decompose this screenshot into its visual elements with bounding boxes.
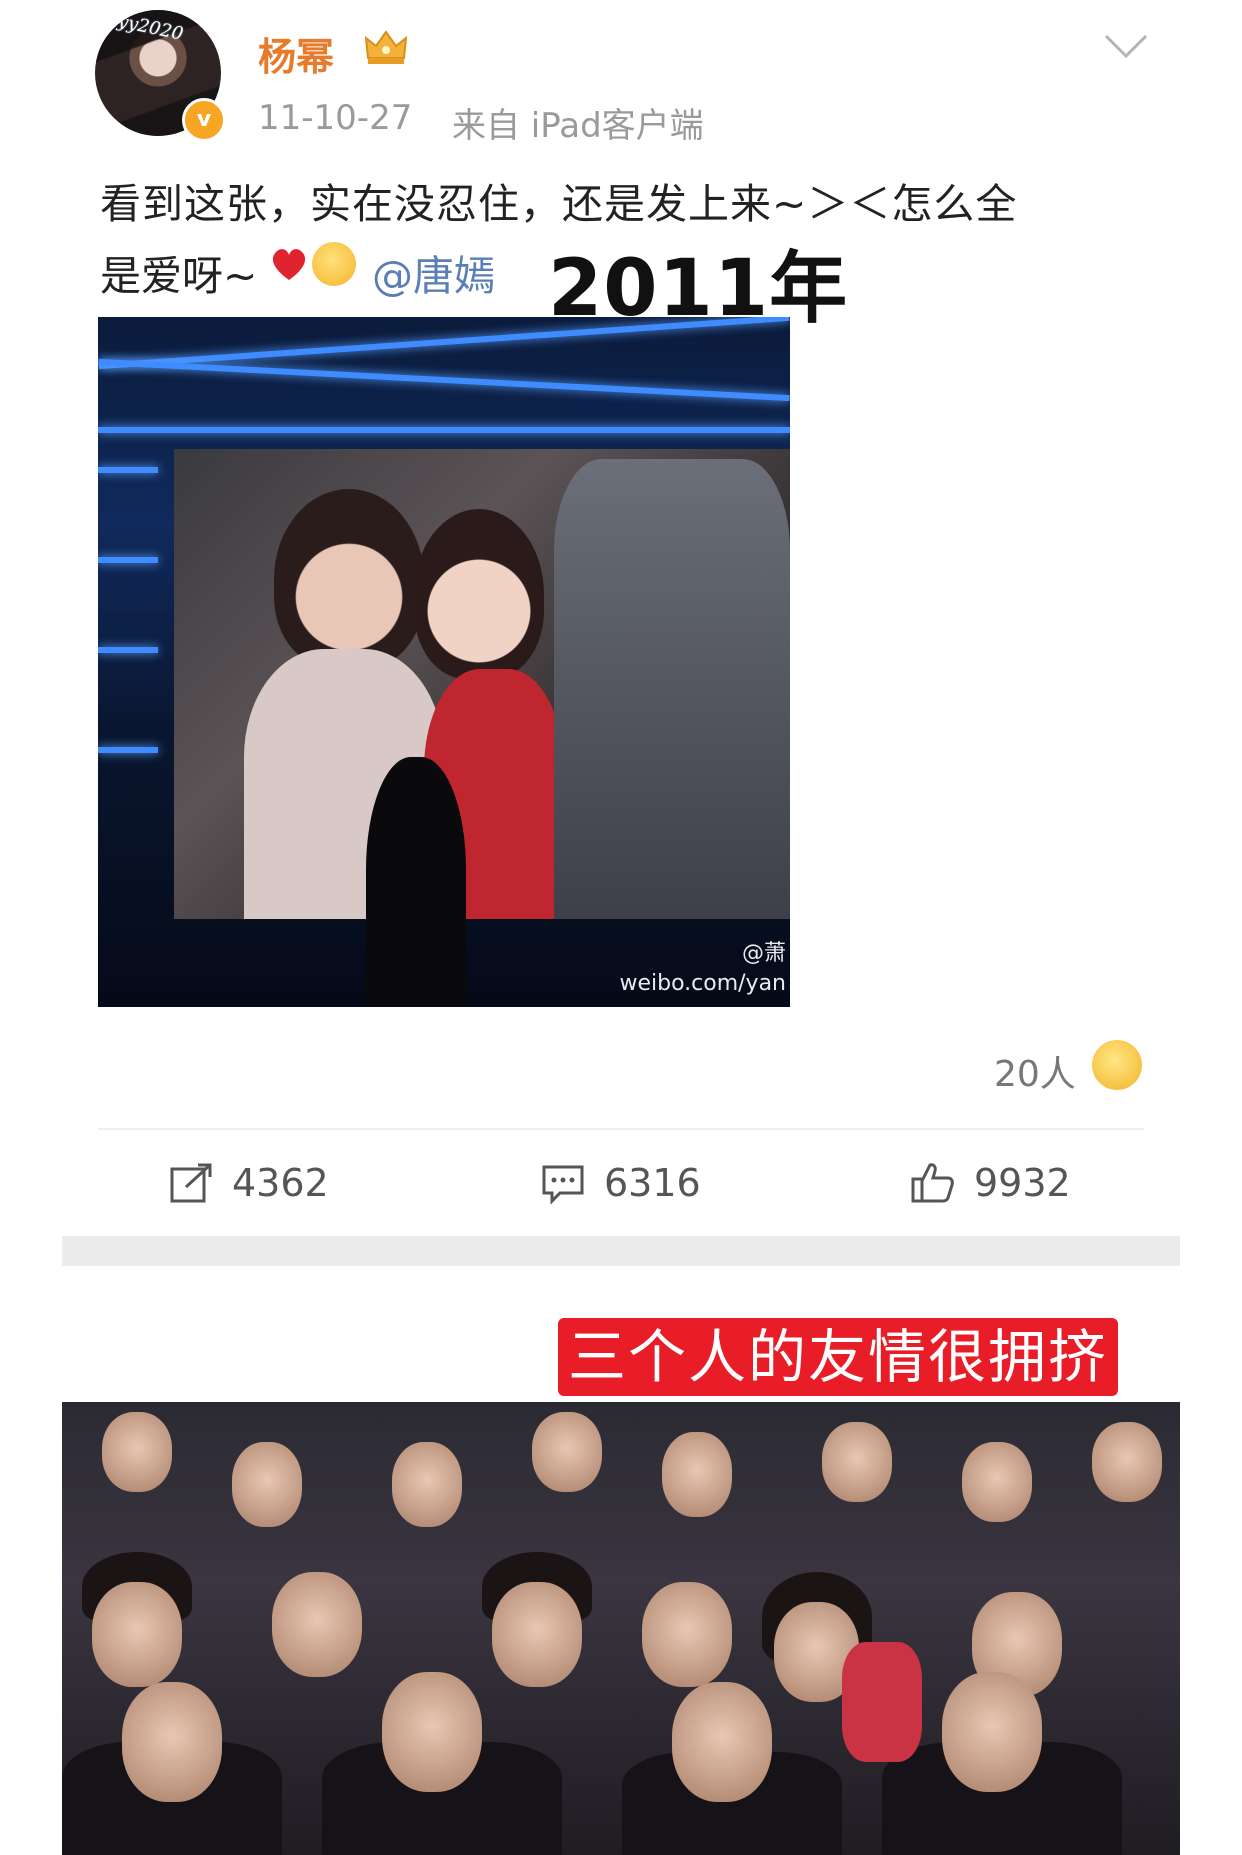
laugh-emoji-icon[interactable] bbox=[1092, 1040, 1142, 1090]
photo-watermark: @萧 weibo.com/yan bbox=[619, 941, 786, 996]
kiss-emoji-icon bbox=[312, 242, 356, 286]
divider bbox=[98, 1128, 1144, 1130]
heart-icon bbox=[272, 249, 306, 280]
friendship-caption: 三个人的友情很拥挤 bbox=[558, 1318, 1119, 1396]
like-button[interactable]: 9932 bbox=[910, 1158, 1071, 1208]
chevron-down-icon[interactable] bbox=[1102, 28, 1150, 64]
post-source: 来自 iPad客户端 bbox=[452, 106, 704, 146]
comment-count: 6316 bbox=[604, 1161, 701, 1205]
post-text-line2: 是爱呀~ bbox=[100, 252, 258, 300]
post-text-line1: 看到这张，实在没忍住，还是发上来~＞＜怎么全 bbox=[100, 180, 1018, 228]
post-timestamp: 11-10-27 bbox=[258, 98, 413, 138]
comment-button[interactable]: 6316 bbox=[540, 1158, 701, 1208]
crown-icon bbox=[364, 30, 408, 64]
section-separator bbox=[62, 1236, 1180, 1266]
audience-photo[interactable] bbox=[62, 1402, 1180, 1855]
repost-icon bbox=[170, 1163, 212, 1203]
thumbs-up-icon bbox=[911, 1163, 954, 1203]
post-photo[interactable]: @萧 weibo.com/yan bbox=[98, 317, 790, 1007]
repost-button[interactable]: 4362 bbox=[168, 1158, 329, 1208]
like-count: 9932 bbox=[974, 1161, 1071, 1205]
mention-link[interactable]: @唐嫣 bbox=[372, 242, 495, 302]
username[interactable]: 杨幂 bbox=[258, 26, 334, 81]
verified-badge-icon: v bbox=[182, 98, 226, 142]
reactions-count[interactable]: 20人 bbox=[994, 1045, 1076, 1097]
repost-count: 4362 bbox=[232, 1161, 329, 1205]
comment-icon bbox=[542, 1165, 584, 1205]
